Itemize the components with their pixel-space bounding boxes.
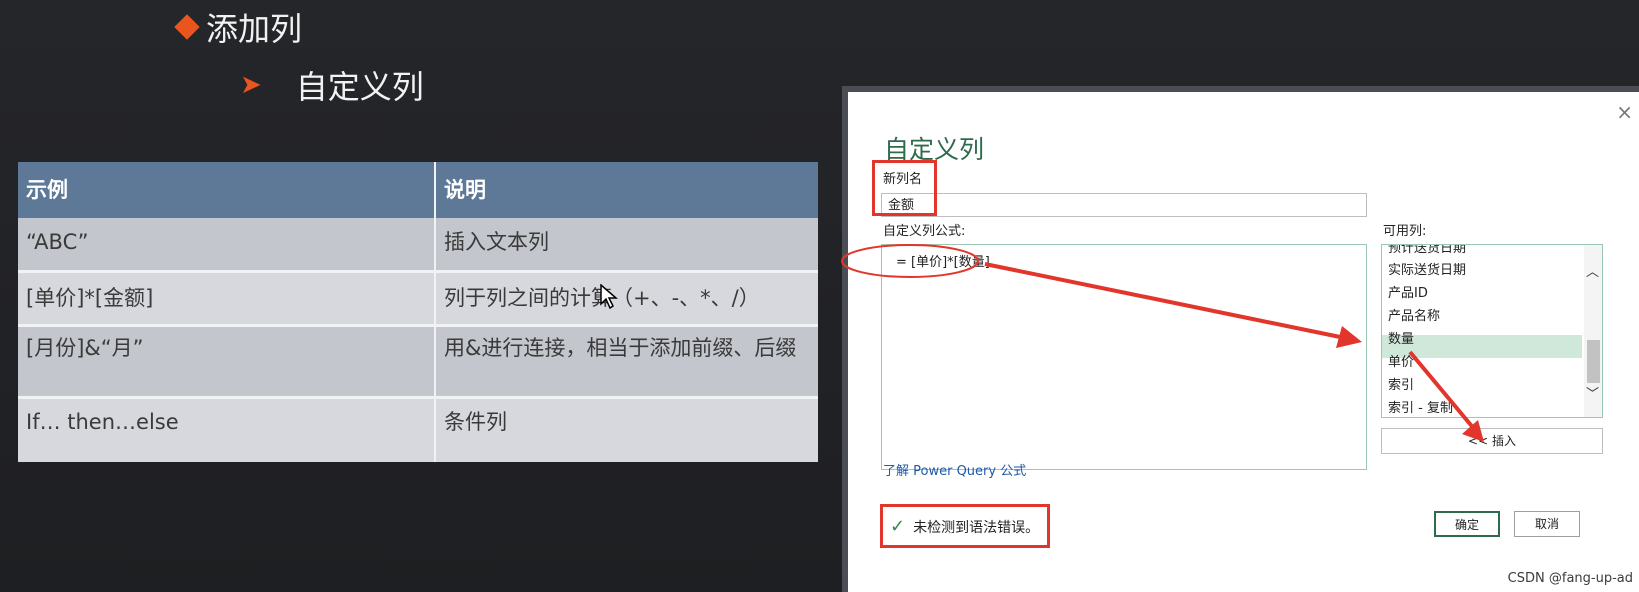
annotation-arrowhead-2	[1462, 420, 1484, 442]
annotation-arrow-1	[984, 262, 1346, 340]
watermark: CSDN @fang-up-ad	[1507, 571, 1633, 586]
annotation-arrow-2	[1408, 350, 1477, 432]
annotation-arrowhead-1	[1336, 326, 1362, 348]
annotation-overlay	[841, 244, 1484, 442]
annotation-ellipse	[841, 244, 979, 278]
